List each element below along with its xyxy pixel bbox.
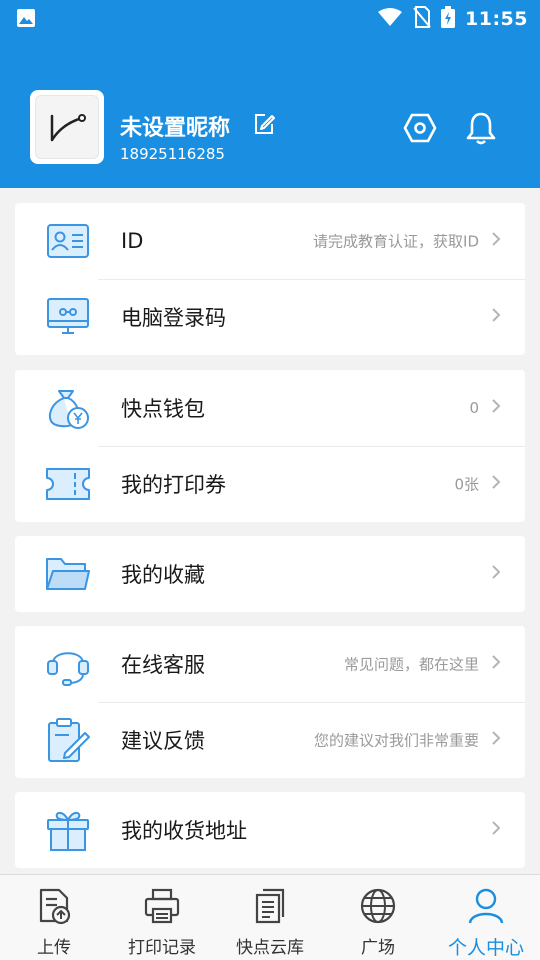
menu-item-label: 电脑登录码 [121,306,226,330]
nickname: 未设置昵称 [120,116,231,141]
tab-label: 快点云库 [236,938,304,958]
upload-doc-icon [35,875,73,929]
tab-personal-center[interactable]: 个人中心 [432,875,540,960]
chevron-right-icon [491,398,501,418]
tab-square[interactable]: 广场 [324,875,432,960]
headset-icon [45,641,91,687]
chevron-right-icon [491,231,501,251]
person-icon [467,875,505,929]
settings-icon[interactable] [403,111,437,149]
avatar[interactable] [30,90,104,164]
menu-item-hint: 常见问题，都在这里 [343,655,479,674]
phone-number: 18925116285 [120,145,225,163]
menu-item-wallet[interactable]: 快点钱包 0 [15,370,525,446]
clipboard-pen-icon [45,717,91,763]
menu-item-pc-login-code[interactable]: 电脑登录码 [15,279,525,355]
tab-label: 个人中心 [447,937,524,959]
chevron-right-icon [491,474,501,494]
chevron-right-icon [491,307,501,327]
menu-item-customer-service[interactable]: 在线客服 常见问题，都在这里 [15,626,525,702]
coupon-count: 0张 [454,475,479,494]
menu-group-wallet: 快点钱包 0 我的打印券 0张 [15,370,525,522]
id-card-icon [45,218,91,264]
image-notification-icon [16,8,36,32]
menu-item-feedback[interactable]: 建议反馈 您的建议对我们非常重要 [15,702,525,778]
menu-group-support: 在线客服 常见问题，都在这里 建议反馈 您的建议对我们非常重要 [15,626,525,778]
menu-item-favorites[interactable]: 我的收藏 [15,536,525,612]
no-sim-icon [413,6,441,32]
bottom-tab-bar: 上传 打印记录 快点云库 广场 个人中心 [0,874,540,960]
tab-upload[interactable]: 上传 [0,875,108,960]
chevron-right-icon [491,730,501,750]
status-bar: 11:55 [0,0,540,36]
ticket-icon [45,461,91,507]
menu-item-print-coupons[interactable]: 我的打印券 0张 [15,446,525,522]
chevron-right-icon [491,564,501,584]
bell-icon[interactable] [465,111,497,149]
menu-item-label: 快点钱包 [121,397,205,421]
menu-item-label: 建议反馈 [121,729,205,753]
wallet-balance: 0 [469,399,479,417]
menu-group-address: 我的收货地址 [15,792,525,868]
tab-label: 广场 [361,938,395,958]
battery-charging-icon [441,6,465,32]
status-clock: 11:55 [465,8,528,30]
app-logo-icon [35,95,99,159]
profile-header: 11:55 未设置昵称 18925116285 [0,0,540,188]
menu-item-shipping-address[interactable]: 我的收货地址 [15,792,525,868]
folder-icon [45,551,91,597]
edit-icon[interactable] [253,113,275,139]
chevron-right-icon [491,654,501,674]
menu-group-account: ID 请完成教育认证，获取ID 电脑登录码 [15,203,525,355]
menu-item-label: 我的收藏 [121,563,205,587]
tab-label: 打印记录 [128,938,196,958]
money-bag-icon [45,385,91,431]
menu-item-id[interactable]: ID 请完成教育认证，获取ID [15,203,525,279]
menu-item-hint: 您的建议对我们非常重要 [313,731,479,750]
tab-label: 上传 [37,938,71,958]
menu-item-label: 在线客服 [121,653,205,677]
menu-item-label: 我的打印券 [121,473,226,497]
monitor-icon [45,294,91,340]
gift-box-icon [45,807,91,853]
tab-cloud-library[interactable]: 快点云库 [216,875,324,960]
menu-item-hint: 请完成教育认证，获取ID [313,232,479,251]
chevron-right-icon [491,820,501,840]
menu-item-label: 我的收货地址 [121,819,247,843]
globe-icon [359,875,397,929]
tab-print-records[interactable]: 打印记录 [108,875,216,960]
menu-group-favorites: 我的收藏 [15,536,525,612]
wifi-icon [377,7,413,31]
menu-item-label: ID [121,229,144,253]
document-stack-icon [251,875,289,929]
printer-icon [143,875,181,929]
